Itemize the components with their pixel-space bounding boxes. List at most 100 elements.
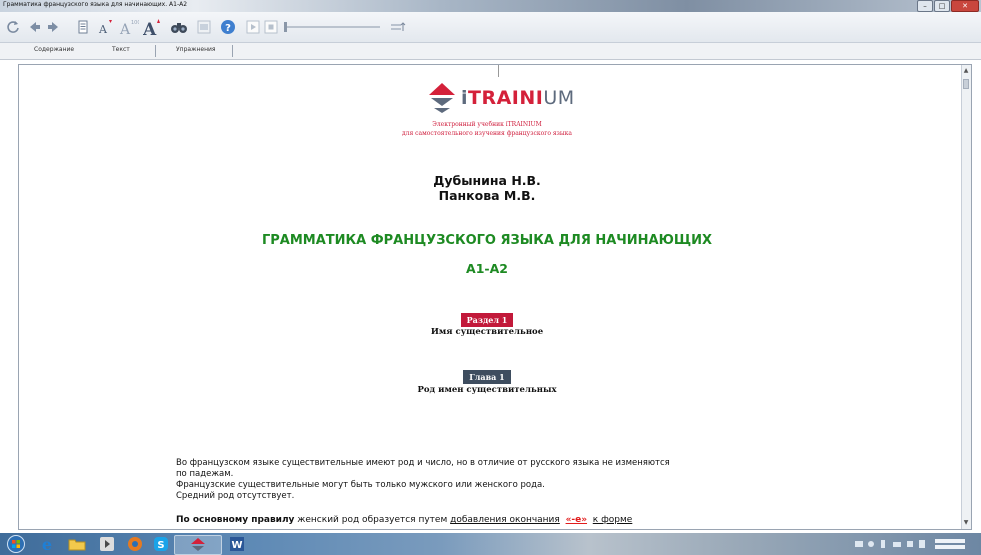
font-smaller-button[interactable]: A <box>96 17 116 37</box>
taskbar: e S W <box>0 533 981 555</box>
tab-text[interactable]: Текст <box>112 46 130 53</box>
font-size-decrease-icon: A <box>98 20 112 36</box>
itrainium-logo: iTRAINIUM <box>425 79 635 117</box>
folder-icon <box>68 539 86 551</box>
notes-icon <box>197 20 211 34</box>
svg-text:A: A <box>98 23 108 36</box>
stop-icon <box>264 20 278 34</box>
rule-bold-text: По основному правилу <box>176 515 295 525</box>
rule-line: По основному правилу женский род образуе… <box>176 515 632 525</box>
paragraph-line-3: Французские существительные могут быть т… <box>176 480 545 490</box>
maximize-button[interactable]: □ <box>934 0 950 12</box>
system-tray[interactable] <box>855 537 975 553</box>
subtitle-line-2: для самостоятельного изучения французско… <box>401 130 573 137</box>
logo-text-part1: i <box>461 87 469 109</box>
taskbar-skype[interactable]: S <box>150 535 172 553</box>
print-button[interactable] <box>74 17 92 37</box>
back-arrow-icon <box>30 22 40 32</box>
rule-ending: «-e» <box>565 515 588 525</box>
taskbar-ie[interactable]: e <box>36 535 58 553</box>
window-title: Грамматика французского языка для начина… <box>3 1 188 8</box>
font-larger-button[interactable]: A <box>142 17 164 37</box>
notes-button[interactable] <box>194 17 214 37</box>
svg-text:100: 100 <box>131 20 139 26</box>
subtitle-line-1: Электронный учебник iTRAINIUM <box>432 121 542 128</box>
tab-bar: Содержание Текст Упражнения <box>0 43 981 60</box>
play-icon <box>246 20 260 34</box>
itrainium-app-icon <box>191 538 205 551</box>
search-binoculars-icon <box>171 23 187 33</box>
refresh-button[interactable] <box>4 17 22 37</box>
section-badge-label: Раздел 1 <box>460 313 514 327</box>
author-2: Панкова М.В. <box>438 188 536 203</box>
chapter-name: Род имен существительных <box>417 385 557 395</box>
author-1: Дубынина Н.В. <box>433 173 541 188</box>
scroll-thumb[interactable] <box>963 79 969 89</box>
toolbar: A A 100 A ? <box>0 12 981 43</box>
rule-text-2: к форме <box>592 515 633 525</box>
scroll-up-icon[interactable]: ▲ <box>963 67 969 75</box>
book-title: ГРАММАТИКА ФРАНЦУЗСКОГО ЯЗЫКА ДЛЯ НАЧИНА… <box>261 233 713 248</box>
svg-text:?: ? <box>225 23 231 34</box>
forward-arrow-icon <box>48 22 58 32</box>
vertical-scrollbar[interactable]: ▲ ▼ <box>961 65 971 529</box>
start-button[interactable] <box>6 535 26 553</box>
logo-text-part2: TRAINI <box>468 87 544 109</box>
help-button[interactable]: ? <box>218 17 238 37</box>
itrainium-logo-icon <box>429 83 455 113</box>
slider-track-icon <box>284 22 380 32</box>
font-reset-button[interactable]: A 100 <box>118 17 140 37</box>
search-button[interactable] <box>168 17 190 37</box>
back-button[interactable] <box>26 17 44 37</box>
chapter-badge-label: Глава 1 <box>463 370 511 384</box>
font-size-increase-icon: A <box>143 19 160 36</box>
font-size-reset-icon: A 100 <box>119 20 139 36</box>
help-icon: ? <box>221 20 235 34</box>
tab-contents[interactable]: Содержание <box>34 46 74 53</box>
tab-separator <box>155 45 156 57</box>
page-top-marker <box>498 65 499 77</box>
tray-icons <box>855 539 965 549</box>
internet-explorer-icon: e <box>42 535 52 553</box>
svg-text:e: e <box>42 535 52 553</box>
taskbar-app-orange[interactable] <box>124 535 146 553</box>
logo-text: iTRAINIUM <box>461 87 575 109</box>
play-button[interactable] <box>244 17 262 37</box>
taskbar-word[interactable]: W <box>226 535 248 553</box>
section-name: Имя существительное <box>430 327 544 337</box>
tab-exercises[interactable]: Упражнения <box>176 46 216 53</box>
window-controls: – □ ✕ <box>917 0 979 12</box>
windows-start-icon <box>7 535 25 553</box>
chapter-badge: Глава 1 <box>19 365 955 384</box>
skype-icon: S <box>154 537 168 551</box>
forward-button[interactable] <box>44 17 62 37</box>
document-viewer[interactable]: iTRAINIUM Электронный учебник iTRAINIUM … <box>18 64 972 530</box>
stop-button[interactable] <box>262 17 280 37</box>
close-button[interactable]: ✕ <box>951 0 979 12</box>
section-badge: Раздел 1 <box>19 308 955 327</box>
svg-text:W: W <box>231 540 242 551</box>
word-icon: W <box>230 537 244 551</box>
minimize-button[interactable]: – <box>917 0 933 12</box>
svg-text:A: A <box>119 22 131 36</box>
volume-button[interactable] <box>388 17 410 37</box>
audio-slider[interactable] <box>284 17 384 37</box>
paragraph-line-1: Во французском языке существительные име… <box>176 458 670 468</box>
media-player-icon <box>100 537 114 551</box>
print-icon <box>78 20 88 34</box>
taskbar-itrainium[interactable] <box>174 535 222 555</box>
rule-link[interactable]: добавления окончания <box>450 515 560 525</box>
tab-separator <box>232 45 233 57</box>
refresh-icon <box>7 21 19 33</box>
svg-text:S: S <box>157 540 164 551</box>
taskbar-media[interactable] <box>96 535 118 553</box>
volume-icon <box>391 22 406 31</box>
paragraph-line-4: Средний род отсутствует. <box>176 491 295 501</box>
taskbar-explorer[interactable] <box>66 535 88 553</box>
paragraph-line-2: по падежам. <box>176 469 234 479</box>
rule-text-1: женский род образуется путем <box>294 515 451 525</box>
logo-text-part3: UM <box>543 87 575 109</box>
level-label: А1-А2 <box>466 261 508 276</box>
scroll-down-icon[interactable]: ▼ <box>963 519 969 527</box>
svg-text:A: A <box>143 20 157 36</box>
